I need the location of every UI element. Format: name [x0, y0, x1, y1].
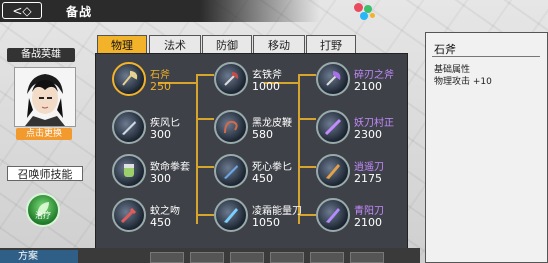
- item-name: 黑龙皮鞭: [252, 118, 292, 129]
- item-azure-sun-blade[interactable]: 青阳刀 2100: [316, 196, 407, 236]
- item-price: 580: [252, 128, 273, 141]
- item-price: 300: [150, 128, 171, 141]
- build-slot[interactable]: [190, 252, 224, 263]
- heal-spell-icon[interactable]: 治疗: [26, 193, 60, 227]
- item-price: 250: [150, 80, 171, 93]
- item-price: 1000: [252, 80, 280, 93]
- item-name: 碎刃之斧: [354, 70, 394, 81]
- whip-icon: [214, 110, 248, 144]
- item-iron-axe[interactable]: 玄铁斧 1000: [214, 60, 308, 100]
- item-price: 2175: [354, 172, 382, 185]
- katana-icon: [316, 110, 350, 144]
- blade-icon: [316, 198, 350, 232]
- item-wind-dagger[interactable]: 疾风匕 300: [112, 108, 206, 148]
- detail-item-name: 石斧: [434, 43, 456, 56]
- item-name: 致命拳套: [150, 162, 190, 173]
- item-name: 玄铁斧: [252, 70, 282, 81]
- sword-icon: [112, 198, 146, 232]
- summoner-spell-label: 召唤师技能: [7, 166, 83, 181]
- item-price: 450: [252, 172, 273, 185]
- item-frost-energy-blade[interactable]: 凌霜能量刀 1050: [214, 196, 308, 236]
- item-detail-panel: 石斧 基础属性 物理攻击 +10: [425, 32, 548, 263]
- item-price: 2300: [354, 128, 382, 141]
- build-slot[interactable]: [310, 252, 344, 263]
- item-price: 450: [150, 216, 171, 229]
- tab-magic[interactable]: 法术: [149, 35, 201, 54]
- item-price: 2100: [354, 80, 382, 93]
- hero-avatar-icon: [15, 68, 75, 126]
- item-tree-panel: 石斧 250 疾风匕 300 致命拳套 300 蚊之吻 450 玄铁斧 1000: [95, 53, 408, 263]
- color-dots-decoration: [350, 1, 380, 21]
- divider: [432, 56, 540, 57]
- item-price: 1050: [252, 216, 280, 229]
- build-slot[interactable]: [350, 252, 384, 263]
- blade-icon: [214, 198, 248, 232]
- detail-stat: 物理攻击 +10: [434, 77, 492, 87]
- gauntlet-icon: [112, 154, 146, 188]
- change-hero-button[interactable]: 点击更换: [16, 128, 72, 140]
- dagger-icon: [214, 154, 248, 188]
- item-shatter-axe[interactable]: 碎刃之斧 2100: [316, 60, 407, 100]
- top-bar: <◇ 备战: [0, 0, 548, 22]
- item-free-blade[interactable]: 逍遥刀 2175: [316, 152, 407, 192]
- build-slot[interactable]: [150, 252, 184, 263]
- tab-jungle[interactable]: 打野: [306, 35, 356, 54]
- item-stone-axe[interactable]: 石斧 250: [112, 60, 206, 100]
- item-price: 300: [150, 172, 171, 185]
- tab-defense[interactable]: 防御: [202, 35, 252, 54]
- item-name: 死心拳匕: [252, 162, 292, 173]
- item-black-dragon-whip[interactable]: 黑龙皮鞭 580: [214, 108, 308, 148]
- hero-portrait[interactable]: [14, 67, 76, 127]
- item-mosquito-kiss[interactable]: 蚊之吻 450: [112, 196, 206, 236]
- build-plan-tab[interactable]: 方案: [0, 250, 78, 263]
- item-deadly-gauntlet[interactable]: 致命拳套 300: [112, 152, 206, 192]
- item-name: 逍遥刀: [354, 162, 384, 173]
- back-button[interactable]: <◇: [2, 2, 42, 19]
- hero-section-label: 备战英雄: [7, 48, 75, 62]
- axe-icon: [316, 62, 350, 96]
- item-muramasa[interactable]: 妖刀村正 2300: [316, 108, 407, 148]
- tab-movement[interactable]: 移动: [253, 35, 305, 54]
- item-price: 2100: [354, 216, 382, 229]
- dagger-icon: [112, 110, 146, 144]
- spell-name: 治疗: [35, 211, 51, 220]
- item-name: 蚊之吻: [150, 206, 180, 217]
- item-heart-fist-dagger[interactable]: 死心拳匕 450: [214, 152, 308, 192]
- axe-icon: [214, 62, 248, 96]
- page-title: 备战: [66, 5, 93, 19]
- blade-icon: [316, 154, 350, 188]
- item-name: 妖刀村正: [354, 118, 394, 129]
- item-name: 青阳刀: [354, 206, 384, 217]
- tab-physical[interactable]: 物理: [97, 35, 147, 54]
- axe-icon: [112, 62, 146, 96]
- item-name: 疾风匕: [150, 118, 180, 129]
- item-name: 凌霜能量刀: [252, 206, 302, 217]
- build-slot[interactable]: [270, 252, 304, 263]
- item-name: 石斧: [150, 70, 170, 81]
- build-slot[interactable]: [230, 252, 264, 263]
